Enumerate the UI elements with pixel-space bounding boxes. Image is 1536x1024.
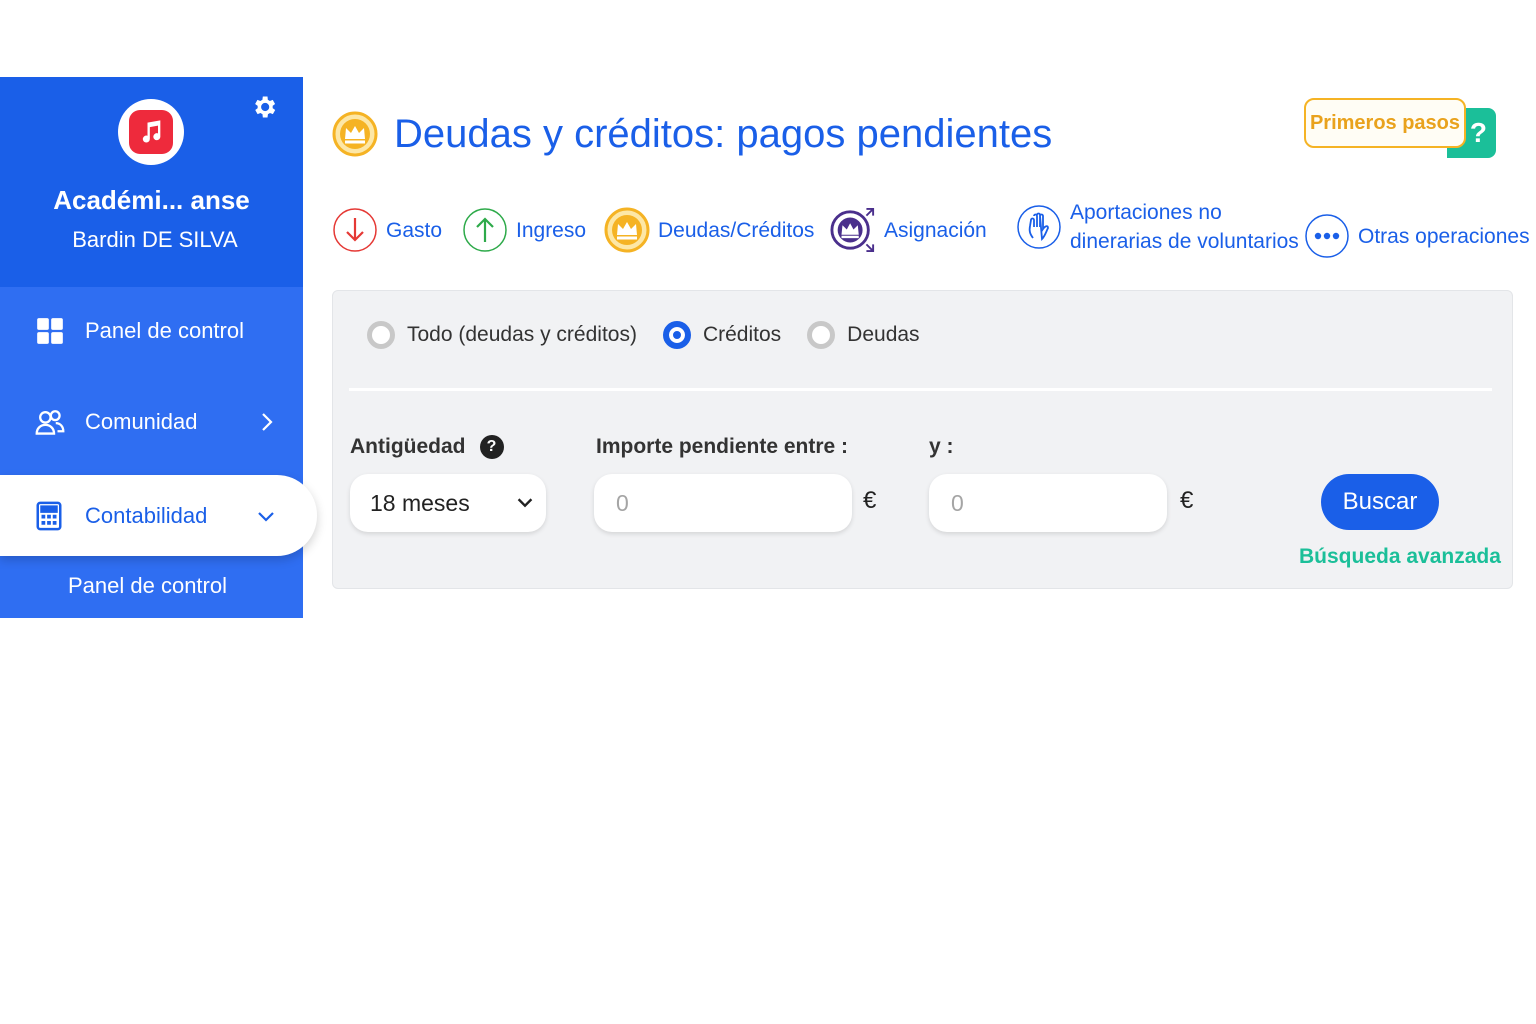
currency-label: € [863, 487, 877, 514]
operation-gasto[interactable]: Gasto [332, 204, 442, 256]
y-label: y : [929, 435, 954, 458]
radio-deudas[interactable]: Deudas [807, 321, 920, 349]
hand-icon [1016, 201, 1062, 253]
importe-min-input[interactable] [594, 474, 852, 532]
currency-label: € [1180, 487, 1194, 514]
radio-button[interactable] [367, 321, 395, 349]
organization-logo[interactable] [118, 99, 184, 165]
help-label: ? [1469, 117, 1487, 148]
sidebar-item-contabilidad[interactable]: Contabilidad [0, 475, 317, 556]
radio-creditos[interactable]: Créditos [662, 321, 782, 349]
dashboard-grid-icon [35, 316, 65, 346]
antiguedad-label-group: Antigüedad ? [350, 435, 504, 459]
radio-button-selected[interactable] [662, 321, 691, 349]
chevron-down-icon [514, 491, 536, 513]
operation-label: Aportaciones no dinerarias de voluntario… [1070, 198, 1299, 256]
operation-label: Otras operaciones [1358, 224, 1530, 248]
radio-todo[interactable]: Todo (deudas y créditos) [367, 321, 637, 349]
operation-label: Deudas/Créditos [658, 218, 815, 242]
page-title: Deudas y créditos: pagos pendientes [394, 112, 1053, 156]
operation-aportaciones[interactable]: Aportaciones no dinerarias de voluntario… [1016, 198, 1299, 256]
operation-label-line2: dinerarias de voluntarios [1070, 230, 1299, 253]
operation-label-line1: Aportaciones no [1070, 201, 1222, 224]
chevron-down-icon [254, 504, 278, 528]
operation-label: Gasto [386, 218, 443, 242]
operation-label: Ingreso [516, 218, 587, 242]
antiguedad-label: Antigüedad [350, 435, 466, 458]
operation-otras[interactable]: Otras operaciones [1304, 210, 1530, 262]
crown-coin-icon [604, 204, 650, 256]
antiguedad-select[interactable]: 18 meses [350, 474, 546, 532]
users-icon [35, 407, 65, 437]
sidebar-item-label: Panel de control [85, 318, 244, 343]
importe-label: Importe pendiente entre : [596, 435, 849, 458]
radio-label: Todo (deudas y créditos) [407, 323, 637, 346]
type-radio-group: Todo (deudas y créditos) Créditos Deudas [367, 321, 946, 349]
sidebar-item-panel-de-control[interactable]: Panel de control [0, 296, 303, 366]
importe-max-input[interactable] [929, 474, 1167, 532]
sidebar-item-comunidad[interactable]: Comunidad [0, 387, 303, 457]
calculator-icon [35, 501, 65, 531]
sidebar: Académi... anse Bardin DE SILVA Panel de… [0, 77, 317, 618]
operation-ingreso[interactable]: Ingreso [462, 204, 586, 256]
arrow-up-icon [462, 204, 508, 256]
user-name: Bardin DE SILVA [72, 227, 238, 252]
primeros-pasos-button[interactable]: Primeros pasos [1304, 98, 1466, 148]
sidebar-item-label: Comunidad [85, 409, 198, 434]
gear-icon[interactable] [250, 93, 278, 121]
organization-name: Académi... anse [53, 185, 250, 215]
sidebar-item-label: Contabilidad [85, 502, 208, 528]
operation-label: Asignación [884, 218, 987, 242]
sidebar-header: Académi... anse Bardin DE SILVA [0, 77, 303, 287]
operation-deudas-creditos[interactable]: Deudas/Créditos [604, 204, 814, 256]
sidebar-subitem-panel-de-control[interactable]: Panel de control [0, 573, 295, 599]
more-dots-icon [1304, 210, 1350, 262]
advanced-search-link[interactable]: Búsqueda avanzada [1299, 545, 1501, 569]
question-mark-icon[interactable]: ? [479, 435, 504, 459]
divider [349, 388, 1492, 391]
arrow-down-icon [332, 204, 378, 256]
search-button[interactable]: Buscar [1321, 474, 1439, 530]
radio-button[interactable] [807, 321, 836, 349]
chevron-right-icon [254, 410, 278, 434]
radio-label: Deudas [847, 323, 920, 346]
filter-panel: Todo (deudas y créditos) Créditos Deudas… [332, 290, 1513, 589]
radio-label: Créditos [702, 323, 782, 346]
operation-asignacion[interactable]: Asignación [830, 204, 987, 256]
antiguedad-value: 18 meses [370, 489, 470, 516]
crown-coin-icon [332, 111, 378, 157]
music-note-icon [129, 110, 173, 154]
crown-transfer-icon [830, 204, 876, 256]
